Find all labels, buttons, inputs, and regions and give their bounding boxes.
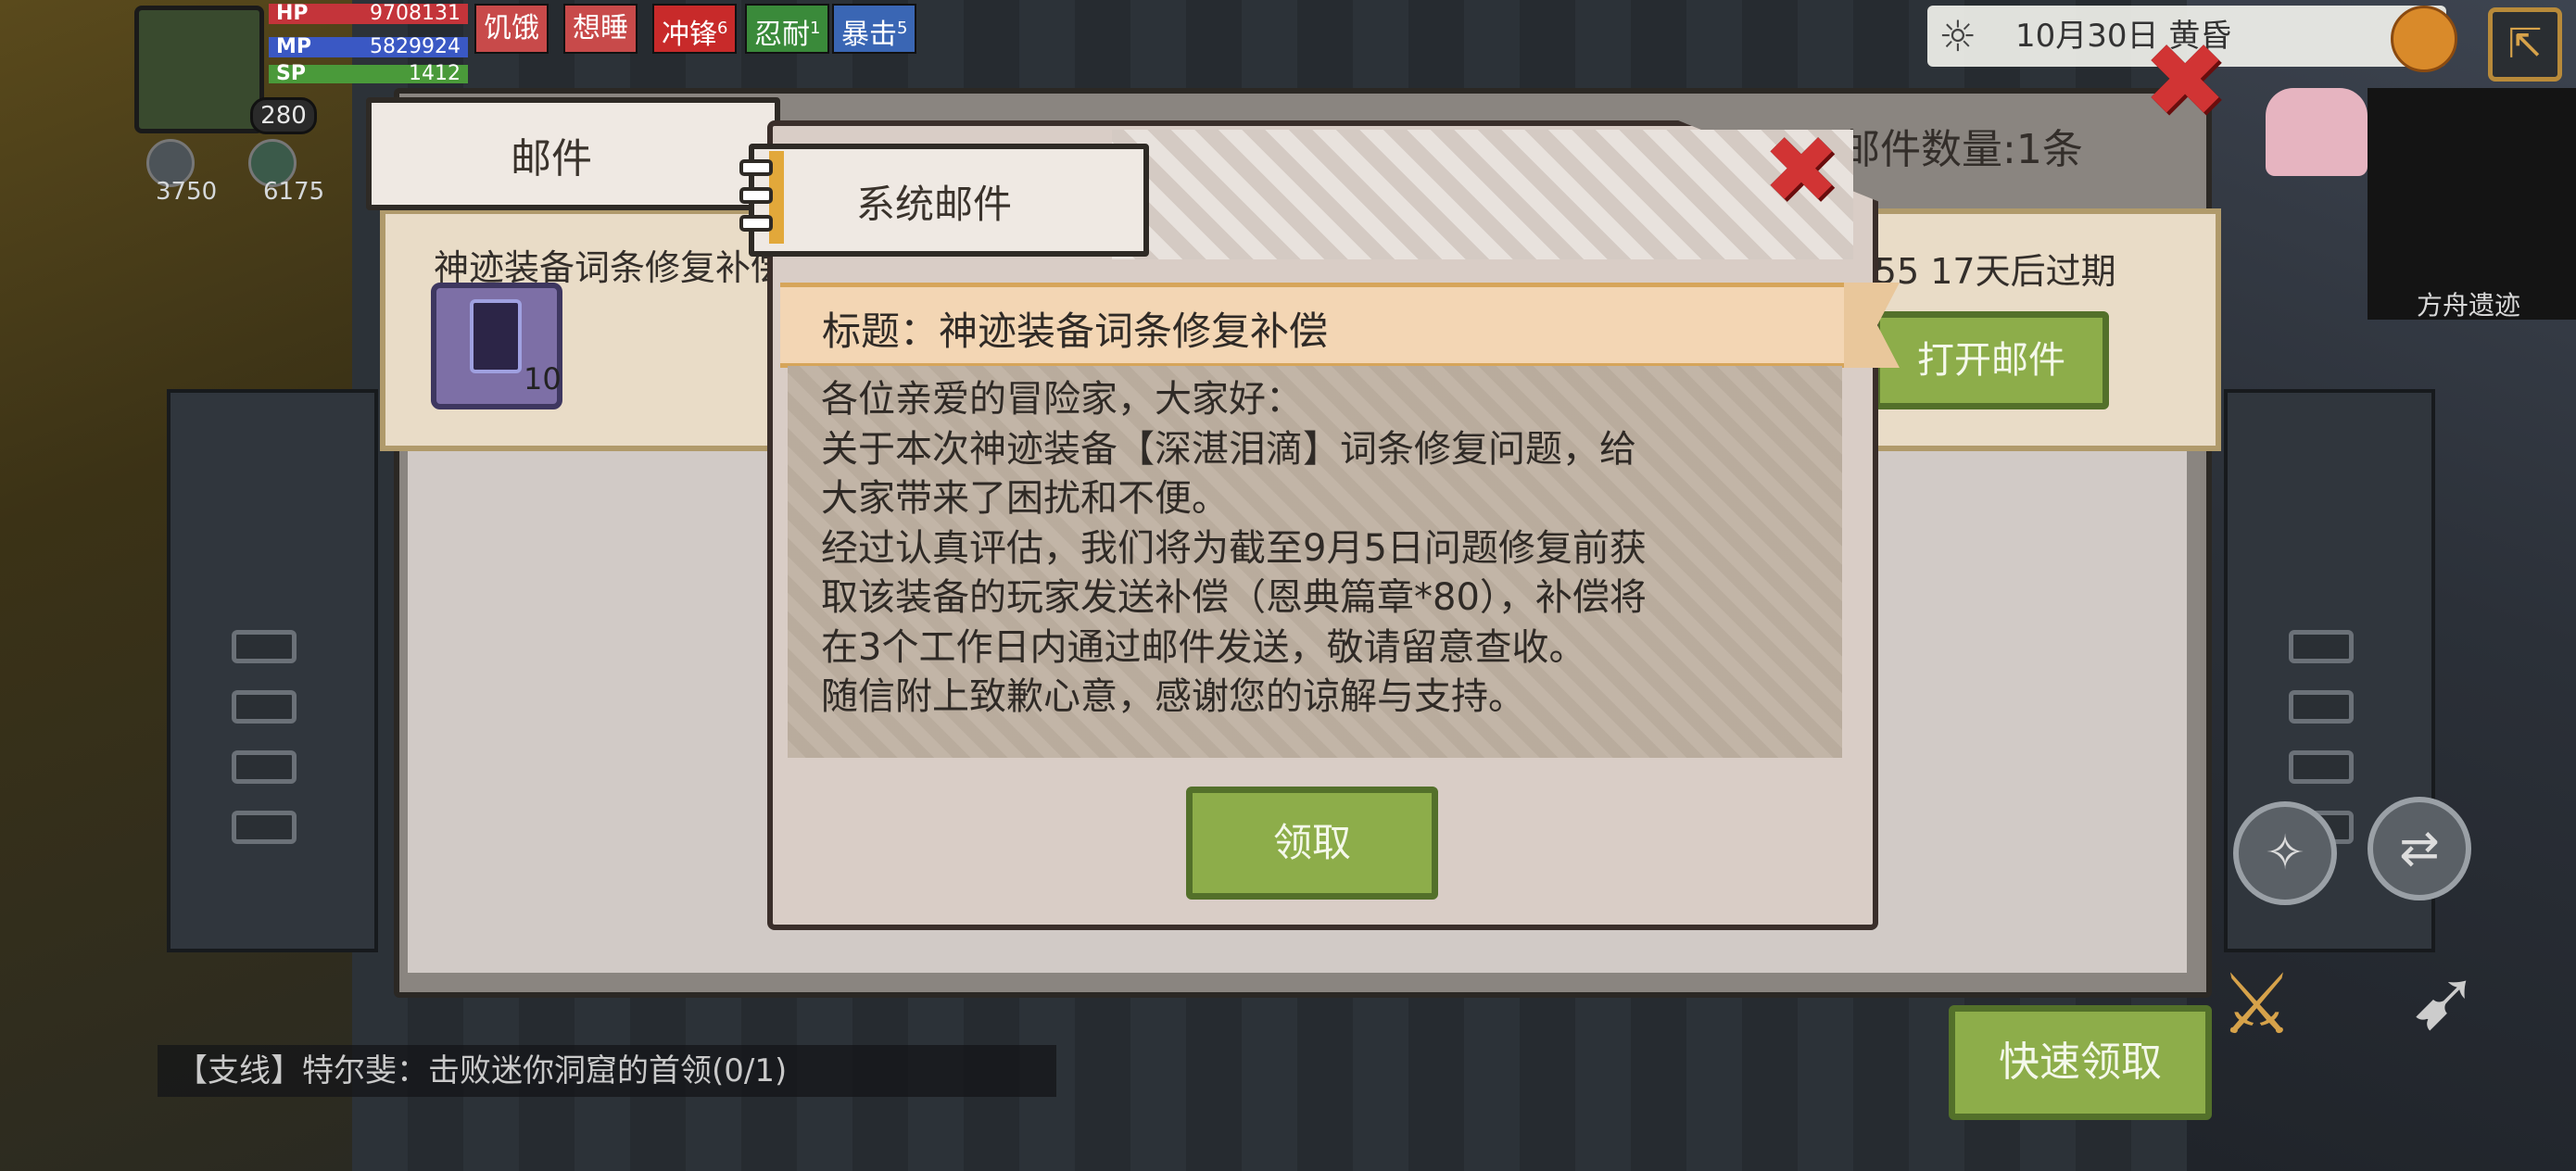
globe-icon[interactable] — [2391, 6, 2457, 72]
mail-title-banner: 标题：神迹装备词条修复补偿 — [780, 283, 1846, 368]
skill-icon[interactable]: ✧ — [2233, 801, 2337, 905]
hp-label: HP — [276, 2, 309, 25]
mp-value: 5829924 — [370, 35, 461, 58]
character-avatar[interactable] — [134, 6, 264, 133]
scene-slot — [232, 630, 297, 663]
system-mail-tab: 系统邮件 — [749, 144, 1149, 257]
character-level: 280 — [250, 97, 317, 134]
sword-icon[interactable]: ⚔ — [2219, 950, 2321, 1061]
status-endure[interactable]: 忍耐1 — [745, 4, 830, 54]
mail-expiry: :55 17天后过期 — [1863, 251, 2116, 292]
currency-a-value: 3750 — [156, 178, 218, 206]
npc-avatar[interactable] — [2266, 88, 2368, 176]
mail-count: 邮件数量:1条 — [1839, 126, 2083, 173]
status-stack: 6 — [717, 19, 728, 38]
close-icon[interactable]: ✖ — [2142, 30, 2228, 132]
binder-ring — [739, 215, 773, 232]
quick-claim-button[interactable]: 快速领取 — [1949, 1005, 2212, 1120]
status-label: 冲锋 — [662, 19, 717, 51]
mp-bar: MP 5829924 — [269, 37, 468, 57]
scene-slot — [232, 690, 297, 724]
close-icon[interactable]: ✖ — [1762, 124, 1840, 217]
hp-value: 9708131 — [370, 2, 461, 25]
mailbox-tab-label: 邮件 — [511, 135, 592, 183]
binder-ring — [739, 159, 773, 176]
mail-body: 各位亲爱的冒险家，大家好： 关于本次神迹装备【深湛泪滴】词条修复问题，给 大家带… — [788, 366, 1842, 758]
bow-icon[interactable]: ➹ — [2409, 940, 2511, 1061]
status-sleepy[interactable]: 想睡 — [563, 4, 638, 54]
quest-text: 【支线】特尔斐：击败迷你洞窟的首领(0/1) — [176, 1052, 788, 1089]
status-label: 饥饿 — [484, 12, 539, 44]
item-count: 10 — [524, 361, 562, 397]
hp-bar: HP 9708131 — [269, 4, 468, 24]
mailbox-tab[interactable]: 邮件 — [366, 97, 780, 210]
sp-bar: SP 1412 — [269, 62, 468, 85]
status-stack: 1 — [810, 19, 821, 38]
dialog-header-band — [1112, 130, 1853, 259]
status-label: 想睡 — [573, 12, 628, 44]
swap-icon[interactable]: ⇄ — [2368, 797, 2471, 900]
scene-slot — [232, 811, 297, 844]
sp-value: 1412 — [409, 62, 461, 85]
open-mail-button[interactable]: 打开邮件 — [1874, 311, 2109, 409]
scene-slot — [232, 750, 297, 784]
claim-button[interactable]: 领取 — [1186, 787, 1438, 900]
mail-body-text: 各位亲爱的冒险家，大家好： 关于本次神迹装备【深湛泪滴】词条修复问题，给 大家带… — [821, 378, 1647, 718]
mp-label: MP — [276, 35, 312, 58]
scene-pillar-left — [167, 389, 378, 952]
sun-icon: ☼ — [1938, 11, 1977, 61]
currency-b-value: 6175 — [263, 178, 325, 206]
status-crit[interactable]: 暴击5 — [832, 4, 917, 54]
exit-icon[interactable]: ⇱ — [2488, 7, 2562, 82]
binder-ring — [739, 187, 773, 204]
status-label: 忍耐 — [754, 19, 810, 51]
status-label: 暴击 — [841, 19, 897, 51]
status-hungry[interactable]: 饥饿 — [474, 4, 549, 54]
mail-title: 标题：神迹装备词条修复补偿 — [822, 308, 1329, 354]
status-charge[interactable]: 冲锋6 — [652, 4, 738, 54]
scene-slot — [2289, 690, 2354, 724]
scene-slot — [2289, 750, 2354, 784]
scene-slot — [2289, 630, 2354, 663]
system-mail-tab-label: 系统邮件 — [856, 182, 1013, 227]
sp-label: SP — [276, 62, 306, 85]
status-stack: 5 — [897, 19, 908, 38]
quest-tracker[interactable]: 【支线】特尔斐：击败迷你洞窟的首领(0/1) — [158, 1045, 1056, 1097]
map-label: 方舟遗迹 — [2417, 290, 2521, 321]
